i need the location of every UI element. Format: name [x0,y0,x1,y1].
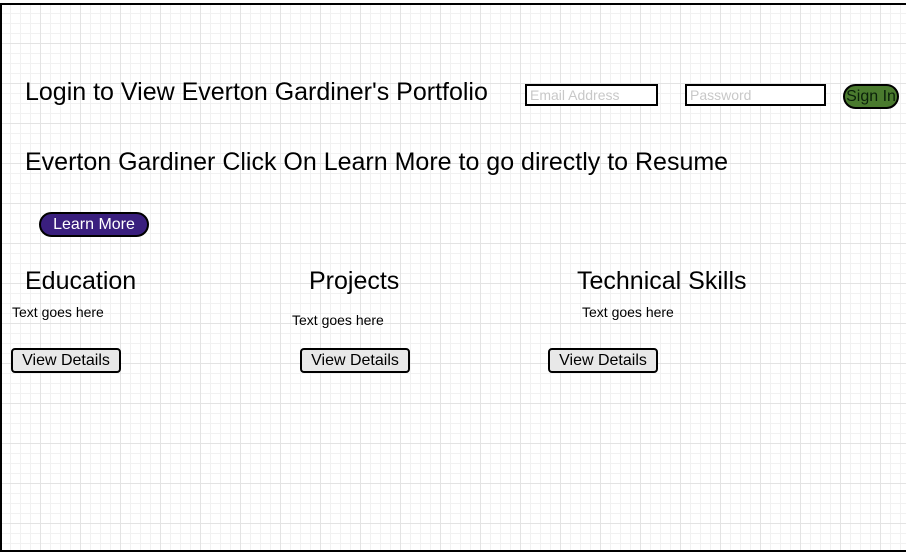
password-input[interactable] [685,84,826,106]
projects-title: Projects [309,267,400,295]
email-input[interactable] [525,84,658,106]
hero-headline: Everton Gardiner Click On Learn More to … [25,148,729,176]
education-title: Education [25,267,137,295]
education-view-details-button[interactable]: View Details [11,348,121,373]
projects-text: Text goes here [292,312,384,328]
login-title: Login to View Everton Gardiner's Portfol… [25,78,488,106]
technical-skills-text: Text goes here [582,304,674,320]
technical-skills-view-details-button[interactable]: View Details [548,348,658,373]
projects-view-details-button[interactable]: View Details [300,348,410,373]
education-text: Text goes here [12,304,104,320]
technical-skills-title: Technical Skills [577,267,747,295]
learn-more-button[interactable]: Learn More [39,212,149,237]
sign-in-button[interactable]: Sign In [843,84,899,109]
wireframe-canvas: Login to View Everton Gardiner's Portfol… [0,3,906,552]
